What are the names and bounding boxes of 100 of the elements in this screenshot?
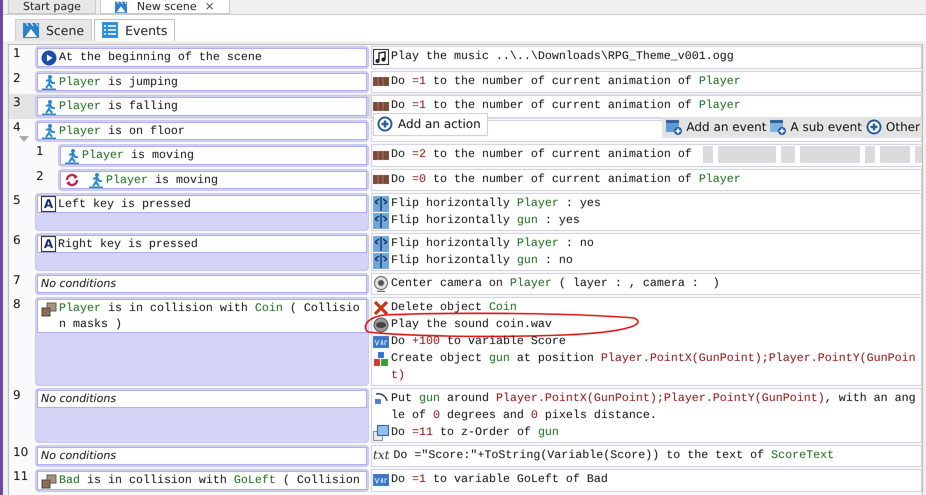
close-icon[interactable]: × <box>204 0 215 13</box>
condition[interactable]: No conditions <box>37 390 367 408</box>
event-number: 1 <box>36 144 44 158</box>
toolbar-button[interactable]: Add an event <box>666 118 766 134</box>
action-text[interactable]: Play the sound coin.wav <box>391 316 918 333</box>
action-text[interactable]: Do =11 to z-Order of gun <box>391 424 918 441</box>
action-text[interactable]: Do =0 to the number of current animation of Player <box>391 170 918 188</box>
condition[interactable]: Bad is in collision with GoLeft ( Collision <box>37 471 367 490</box>
music-note-icon <box>373 48 389 64</box>
add-action-label: Add an action <box>398 116 481 130</box>
editor-tab[interactable]: Scene <box>15 19 92 41</box>
toolbar-button[interactable]: Other <box>866 118 920 134</box>
speaker-icon <box>373 316 389 332</box>
document-tab[interactable]: Start page <box>8 0 96 14</box>
overlapping-squares-icon <box>41 300 57 316</box>
condition-text: Player is moving <box>82 147 195 163</box>
action-text[interactable]: Do ="Score:"+ToString(Variable(Score)) to the text of ScoreText <box>393 447 920 464</box>
event-number: 10 <box>13 445 28 459</box>
event-number: 2 <box>13 70 21 84</box>
running-figure-icon <box>41 74 57 90</box>
event-number: 7 <box>13 273 21 287</box>
add-action-popup[interactable]: Add an action <box>373 112 488 136</box>
action-text[interactable]: Do +100 to variable Score <box>391 333 918 350</box>
add-event-icon <box>666 118 682 134</box>
layers-icon <box>373 424 389 440</box>
condition[interactable]: No conditions <box>37 447 367 465</box>
running-figure-icon <box>88 172 104 188</box>
event-number: 4 <box>13 120 21 134</box>
condition[interactable]: Player is on floor <box>37 122 367 140</box>
text-icon: txt <box>373 447 390 464</box>
action-text[interactable]: Create object gun at position Player.PointX(GunPoint);Player.PointY(GunPoint) <box>391 350 918 384</box>
running-figure-icon <box>64 148 80 164</box>
toolbar-button[interactable]: A sub event <box>770 118 862 134</box>
action-text[interactable]: Do =1 to variable GoLeft of Bad <box>391 471 918 488</box>
condition[interactable]: Player is jumping <box>37 72 367 91</box>
plus-icon <box>866 118 882 134</box>
add-sub-event-icon <box>770 118 786 134</box>
key-icon: A <box>41 236 56 252</box>
action-text[interactable]: Flip horizontally Player : no <box>391 235 918 252</box>
tab-label: New scene <box>136 0 197 13</box>
event-number: 8 <box>13 297 21 311</box>
flip-icon <box>373 196 389 212</box>
action-text[interactable]: Center camera on Player ( layer : , camera : ) <box>391 275 918 292</box>
flip-icon <box>373 252 389 268</box>
action-text[interactable]: Flip horizontally gun : no <box>391 252 918 269</box>
key-icon: A <box>41 196 56 212</box>
plus-icon <box>377 116 393 132</box>
running-figure-icon <box>41 98 57 114</box>
condition[interactable]: A Left key is pressed <box>37 195 367 213</box>
flip-icon <box>373 212 389 228</box>
no-conditions-label: No conditions <box>41 448 118 464</box>
event-number: 9 <box>13 388 21 402</box>
condition[interactable]: No conditions <box>37 275 367 293</box>
tab-label: Scene <box>46 22 84 38</box>
event-number: 6 <box>13 233 21 247</box>
variable-icon <box>373 334 389 350</box>
condition-text: Right key is pressed <box>58 236 199 252</box>
event-number: 1 <box>13 46 21 60</box>
list-icon <box>102 22 118 38</box>
action-text[interactable]: Flip horizontally gun : yes <box>391 212 918 229</box>
action-text[interactable]: Delete object Coin <box>391 299 918 316</box>
clapperboard-icon <box>114 0 127 12</box>
condition-text: Player is moving <box>106 172 219 188</box>
action-text[interactable]: Play the music ..\..\Downloads\RPG_Theme_v001.ogg <box>391 48 918 65</box>
action-text[interactable]: Do =1 to the number of current animation of Player <box>391 72 918 90</box>
condition-text: Player is jumping <box>59 74 179 90</box>
condition-text: Player is on floor <box>59 122 186 138</box>
condition-text: Left key is pressed <box>58 196 192 212</box>
tab-label: Start page <box>23 0 81 13</box>
overlapping-squares-icon <box>41 472 57 488</box>
event-row[interactable]: 3 Player is falling Do =1 to the number of current animation of Player <box>9 94 922 118</box>
condition[interactable]: Player is moving <box>60 170 367 189</box>
event-number: 3 <box>13 95 21 109</box>
cross-icon <box>373 300 389 316</box>
condition-text: Bad is in collision with GoLeft ( Collision <box>59 472 361 488</box>
event-number: 11 <box>13 469 28 483</box>
document-tab[interactable]: New scene × <box>100 0 230 14</box>
action-text[interactable]: Do =2 to the number of current animation of <box>391 146 699 163</box>
action-text[interactable]: Do =1 to the number of current animation of Player <box>391 97 918 114</box>
circular-arrows-icon <box>64 172 80 188</box>
event-number: 5 <box>13 193 21 207</box>
condition[interactable]: Player is moving <box>60 146 367 164</box>
editor-tab[interactable]: Events <box>94 19 176 41</box>
blocks-icon <box>373 350 389 366</box>
condition-text: Player is falling <box>59 98 179 114</box>
action-text[interactable]: Put gun around Player.PointX(GunPoint);Player.PointY(GunPoint), with an angle of 0 degrees and 0 pixels distance. <box>391 390 918 424</box>
webcam-icon <box>373 276 389 292</box>
variable-icon <box>373 472 389 488</box>
flip-icon <box>373 236 389 252</box>
condition[interactable]: At the beginning of the scene <box>37 48 367 66</box>
play-icon <box>41 50 57 66</box>
orbit-icon <box>373 390 389 406</box>
tab-label: Events <box>125 22 168 38</box>
no-conditions-label: No conditions <box>41 391 118 407</box>
clapperboard-icon <box>23 22 39 38</box>
condition[interactable]: A Right key is pressed <box>37 235 367 253</box>
action-text[interactable]: Flip horizontally Player : yes <box>391 195 918 212</box>
condition[interactable]: Player is falling <box>37 97 367 116</box>
no-conditions-label: No conditions <box>41 276 118 292</box>
event-number: 2 <box>36 168 44 182</box>
